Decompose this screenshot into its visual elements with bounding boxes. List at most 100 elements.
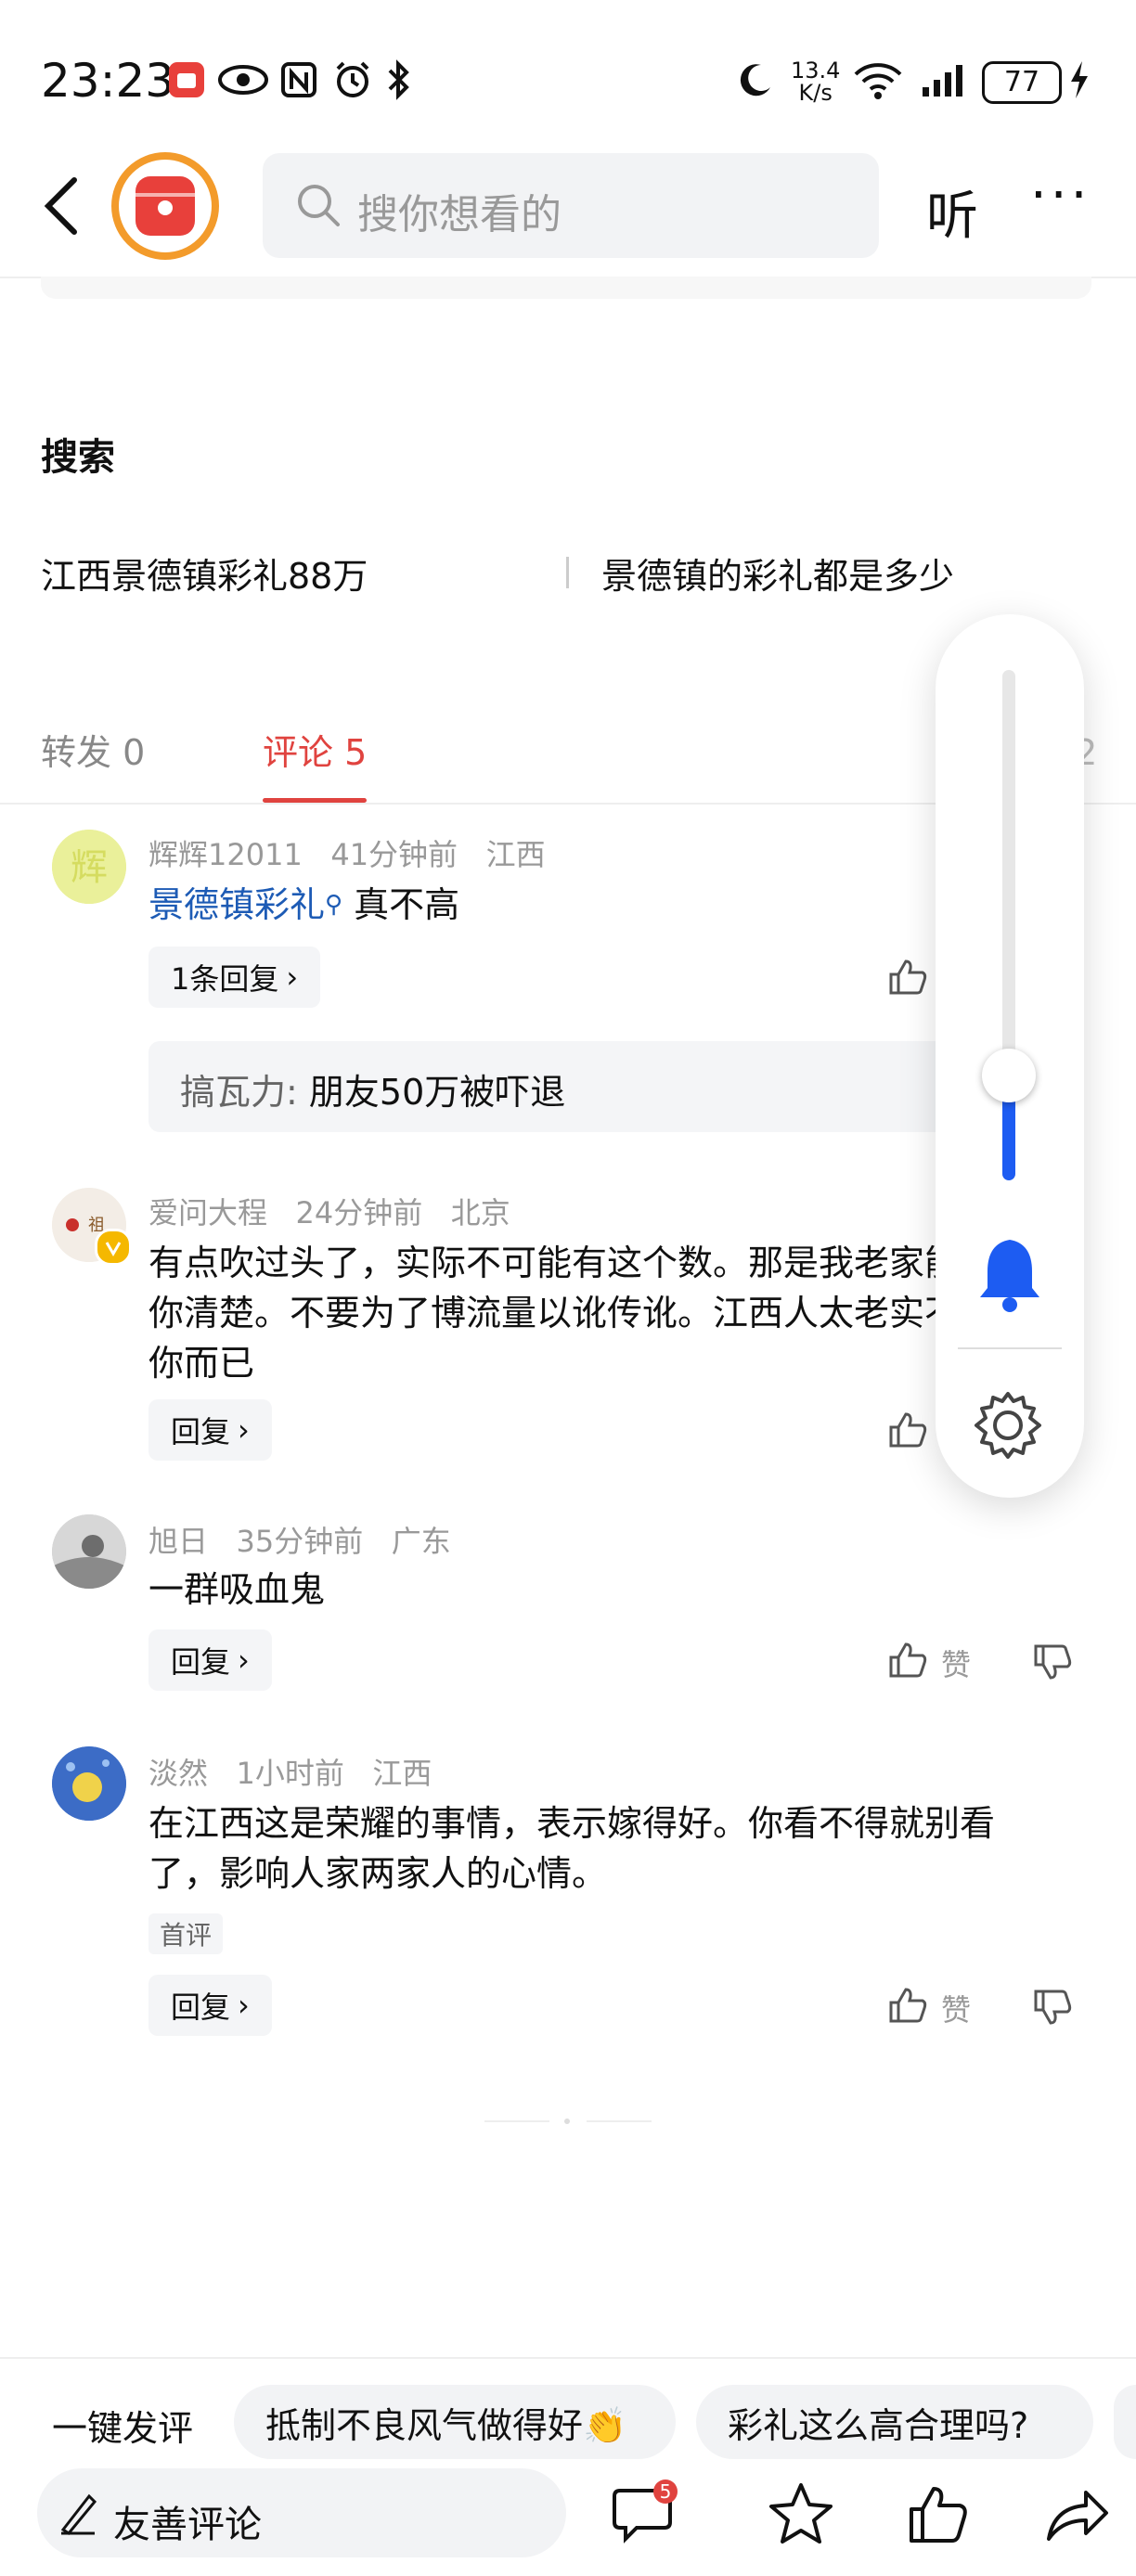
comment-meta: 淡然 1小时前 江西: [148, 1750, 432, 1793]
net-speed-value: 13.4: [791, 58, 841, 84]
comment-count-badge: 5: [653, 2479, 678, 2504]
comment-location: 江西: [485, 837, 546, 872]
related-search-item[interactable]: 景德镇的彩礼都是多少: [601, 547, 954, 599]
thumbs-up-icon: [887, 956, 928, 1004]
net-speed: 13.4 K/s: [791, 59, 840, 104]
sub-reply[interactable]: 搞瓦力: 朋友50万被吓退: [148, 1041, 1021, 1132]
quick-comment-label: 一键发评: [52, 2408, 194, 2449]
reply-button[interactable]: 1条回复 ›: [148, 947, 321, 1008]
related-search-title: 搜索: [41, 436, 115, 479]
status-bar: 23:23 13.4 K/s 77: [0, 0, 1136, 139]
listen-button[interactable]: 听: [926, 174, 978, 250]
quick-comment-chip-partial[interactable]: [1114, 2385, 1136, 2459]
comment-location: 江西: [372, 1756, 432, 1791]
reply-button[interactable]: 回复 ›: [148, 1399, 272, 1461]
sub-reply-text: 朋友50万被吓退: [308, 1072, 566, 1113]
reply-label: 回复: [171, 1414, 231, 1449]
related-search-item[interactable]: 江西景德镇彩礼88万: [41, 547, 368, 599]
battery-level: 77: [1003, 66, 1040, 98]
comment-time: 35分钟前: [236, 1524, 364, 1559]
comment-time: 41分钟前: [330, 837, 458, 872]
like-label: 赞: [941, 1647, 972, 1682]
alarm-icon: [332, 58, 373, 102]
like-label: 赞: [941, 1992, 972, 2028]
avatar[interactable]: 辉: [52, 830, 126, 904]
comment-line: 了，影响人家两家人的心情。: [148, 1853, 608, 1894]
app-logo[interactable]: [110, 150, 221, 262]
wifi-icon: [852, 58, 904, 102]
thumbs-up-icon: [887, 1639, 928, 1687]
battery-indicator: 77: [982, 61, 1062, 104]
reply-label: 回复: [171, 1644, 231, 1680]
thumbs-down-icon[interactable]: [1032, 1642, 1073, 1687]
tab-comments[interactable]: 评论 5: [263, 724, 367, 775]
comment-text: 一群吸血鬼: [148, 1569, 326, 1610]
thumbs-up-icon[interactable]: [906, 2481, 971, 2550]
bottom-divider: [0, 2357, 1136, 2359]
reply-button[interactable]: 回复 ›: [148, 1629, 272, 1691]
share-icon[interactable]: [1045, 2481, 1110, 2550]
comment-time: 1小时前: [236, 1756, 344, 1791]
comment-line: 在江西这是荣耀的事情，表示嫁得好。你看不得就别看: [148, 1803, 996, 1844]
thumbs-down-icon[interactable]: [1032, 1988, 1073, 2032]
net-speed-unit: K/s: [798, 80, 833, 106]
chevron-right-icon: ›: [238, 1642, 250, 1678]
charging-icon: [1067, 58, 1091, 102]
end-line-right: [587, 2120, 652, 2122]
tab-repost[interactable]: 转发 0: [41, 724, 145, 775]
chevron-right-icon: ›: [238, 1412, 250, 1448]
avatar[interactable]: [52, 1746, 126, 1821]
volume-slider-handle[interactable]: [982, 1049, 1036, 1102]
app-notification-icon: [167, 58, 206, 102]
thumbs-up-icon: [887, 1409, 928, 1457]
comment-user[interactable]: 旭日: [148, 1524, 208, 1559]
chevron-right-icon: ›: [286, 960, 299, 995]
comment-input-placeholder: 友善评论: [113, 2504, 262, 2546]
sub-reply-user[interactable]: 搞瓦力:: [180, 1072, 298, 1113]
gear-icon[interactable]: [971, 1388, 1045, 1466]
svg-text:辉: 辉: [71, 846, 108, 889]
comment-text: 在江西这是荣耀的事情，表示嫁得好。你看不得就别看 了，影响人家两家人的心情。: [148, 1798, 1077, 1899]
search-icon: [295, 182, 342, 232]
more-button[interactable]: ···: [1030, 165, 1091, 225]
comment-user[interactable]: 辉辉12011: [148, 837, 303, 872]
eye-icon: [217, 58, 269, 102]
first-comment-badge: 首评: [148, 1913, 224, 1954]
reply-button[interactable]: 回复 ›: [148, 1975, 272, 2036]
comment-location: 广东: [391, 1524, 451, 1559]
end-dot: [564, 2119, 570, 2124]
like-action[interactable]: 赞: [887, 1984, 971, 2032]
signal-icon: [921, 58, 971, 102]
moon-icon: [735, 58, 776, 102]
comment-time: 24分钟前: [295, 1195, 423, 1230]
chevron-right-icon: ›: [238, 1988, 250, 2023]
quick-comment-chip[interactable]: 抵制不良风气做得好👏: [234, 2385, 676, 2459]
avatar[interactable]: [52, 1514, 126, 1589]
verified-badge-icon: [95, 1229, 132, 1266]
star-icon[interactable]: [768, 2481, 833, 2550]
search-placeholder: 搜你想看的: [357, 191, 562, 238]
comment-meta: 爱问大程 24分钟前 北京: [148, 1190, 510, 1232]
nfc-icon: [280, 58, 317, 102]
topic-search-icon: ⚲: [325, 891, 343, 919]
volume-panel-divider: [958, 1347, 1062, 1349]
comment-meta: 旭日 35分钟前 广东: [148, 1518, 451, 1561]
reply-label: 回复: [171, 1990, 231, 2025]
back-icon[interactable]: [41, 176, 82, 239]
topic-link[interactable]: 景德镇彩礼: [148, 884, 325, 925]
search-input[interactable]: [263, 153, 879, 258]
reply-label: 1条回复: [171, 961, 279, 997]
comment-user[interactable]: 爱问大程: [148, 1195, 267, 1230]
status-time: 23:23: [41, 54, 175, 108]
end-line-left: [484, 2120, 549, 2122]
like-action[interactable]: 赞: [887, 1639, 971, 1687]
comment-meta: 辉辉12011 41分钟前 江西: [148, 831, 546, 874]
bell-icon[interactable]: [975, 1234, 1045, 1318]
quick-comment-chip[interactable]: 彩礼这么高合理吗?: [696, 2385, 1093, 2459]
bluetooth-icon: [384, 58, 412, 102]
divider: [566, 557, 569, 588]
comment-body: 真不高: [354, 884, 460, 925]
comment-user[interactable]: 淡然: [148, 1756, 208, 1791]
comment-location: 北京: [450, 1195, 510, 1230]
card-edge: [41, 277, 1091, 299]
